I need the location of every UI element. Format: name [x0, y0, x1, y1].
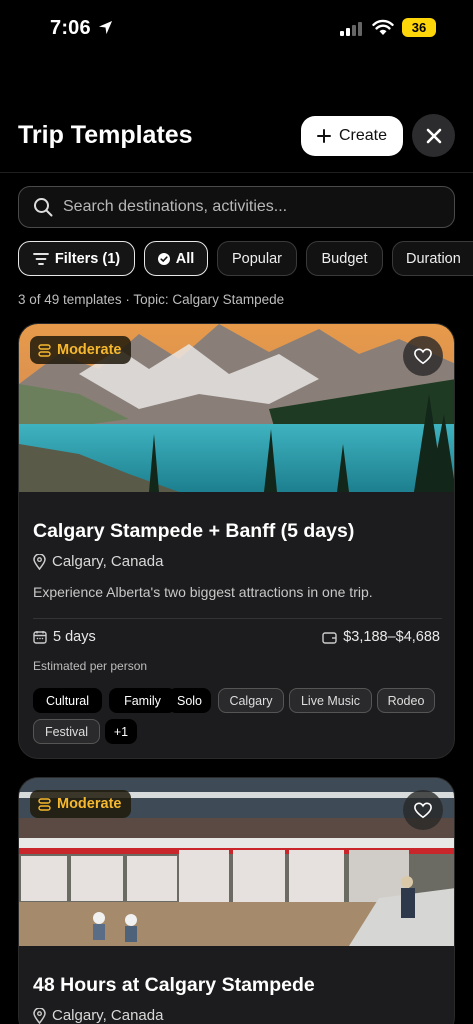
- favorite-button[interactable]: [403, 336, 443, 376]
- gauge-icon: [38, 343, 51, 357]
- chip-budget[interactable]: Budget: [306, 241, 383, 276]
- results-summary: 3 of 49 templates · Topic: Calgary Stamp…: [18, 292, 285, 307]
- tag: Family: [109, 688, 176, 713]
- close-icon: [426, 128, 441, 143]
- filter-lines-icon: [32, 252, 49, 265]
- status-time: 7:06: [50, 17, 91, 39]
- filters-button[interactable]: Filters (1): [18, 241, 135, 276]
- gauge-icon: [38, 797, 51, 811]
- card-title: 48 Hours at Calgary Stampede: [33, 974, 315, 996]
- filter-chips: Filters (1) All Popular Budget Duration: [18, 241, 473, 277]
- card-price-label: $3,188–$4,688: [343, 629, 440, 645]
- filters-label: Filters (1): [54, 250, 121, 267]
- search-bar[interactable]: [18, 186, 455, 228]
- tag: Cultural: [33, 688, 102, 713]
- check-circle-icon: [157, 252, 170, 265]
- create-button-label: Create: [338, 127, 388, 144]
- battery-icon: 36: [402, 18, 436, 37]
- heart-icon: [414, 347, 432, 364]
- search-icon: [34, 198, 53, 217]
- chip-all-label: All: [175, 250, 195, 267]
- tag: Festival: [33, 719, 100, 744]
- chip-popular[interactable]: Popular: [217, 241, 297, 276]
- tag: Calgary: [218, 688, 284, 713]
- card-title: Calgary Stampede + Banff (5 days): [33, 520, 355, 542]
- heart-icon: [414, 801, 432, 818]
- card-duration-label: 5 days: [53, 629, 96, 645]
- tag: Rodeo: [377, 688, 435, 713]
- difficulty-badge: Moderate: [30, 336, 132, 364]
- more-tags[interactable]: +1: [105, 719, 137, 744]
- difficulty-label: Moderate: [57, 342, 122, 358]
- chip-budget-label: Budget: [321, 250, 368, 267]
- card-location-label: Calgary, Canada: [52, 553, 164, 570]
- tag: Live Music: [289, 688, 372, 713]
- wallet-icon: [322, 631, 337, 644]
- difficulty-badge: Moderate: [30, 790, 132, 818]
- create-button[interactable]: Create: [301, 116, 403, 156]
- chip-all[interactable]: All: [144, 241, 208, 276]
- card-duration: 5 days: [33, 629, 96, 645]
- card-price: $3,188–$4,688: [322, 629, 440, 645]
- card-divider: [33, 618, 442, 619]
- page-title: Trip Templates: [18, 121, 193, 149]
- header-divider: [0, 172, 473, 173]
- close-button[interactable]: [412, 114, 455, 157]
- search-input[interactable]: [63, 198, 443, 216]
- card-location: Calgary, Canada: [33, 1007, 163, 1024]
- signal-icon: [340, 22, 362, 36]
- calendar-icon: [33, 631, 47, 644]
- wifi-icon: [372, 19, 394, 35]
- card-location-label: Calgary, Canada: [52, 1007, 164, 1024]
- template-card[interactable]: Moderate 48 Hours at Calgary Stampede Ca…: [18, 777, 455, 1024]
- map-pin-icon: [33, 1007, 46, 1024]
- card-location: Calgary, Canada: [33, 553, 163, 570]
- chip-duration[interactable]: Duration: [392, 241, 473, 276]
- template-card[interactable]: Moderate Calgary Stampede + Banff (5 day…: [18, 323, 455, 759]
- plus-icon: [316, 129, 331, 143]
- price-note: Estimated per person: [33, 659, 148, 673]
- tag: Solo: [168, 688, 211, 713]
- difficulty-label: Moderate: [57, 796, 122, 812]
- favorite-button[interactable]: [403, 790, 443, 830]
- chip-popular-label: Popular: [232, 250, 282, 267]
- card-description: Experience Alberta's two biggest attract…: [33, 584, 373, 600]
- location-arrow-icon: [98, 20, 113, 35]
- status-bar: 7:06 36: [0, 0, 473, 58]
- map-pin-icon: [33, 553, 46, 570]
- chip-duration-label: Duration: [406, 250, 461, 267]
